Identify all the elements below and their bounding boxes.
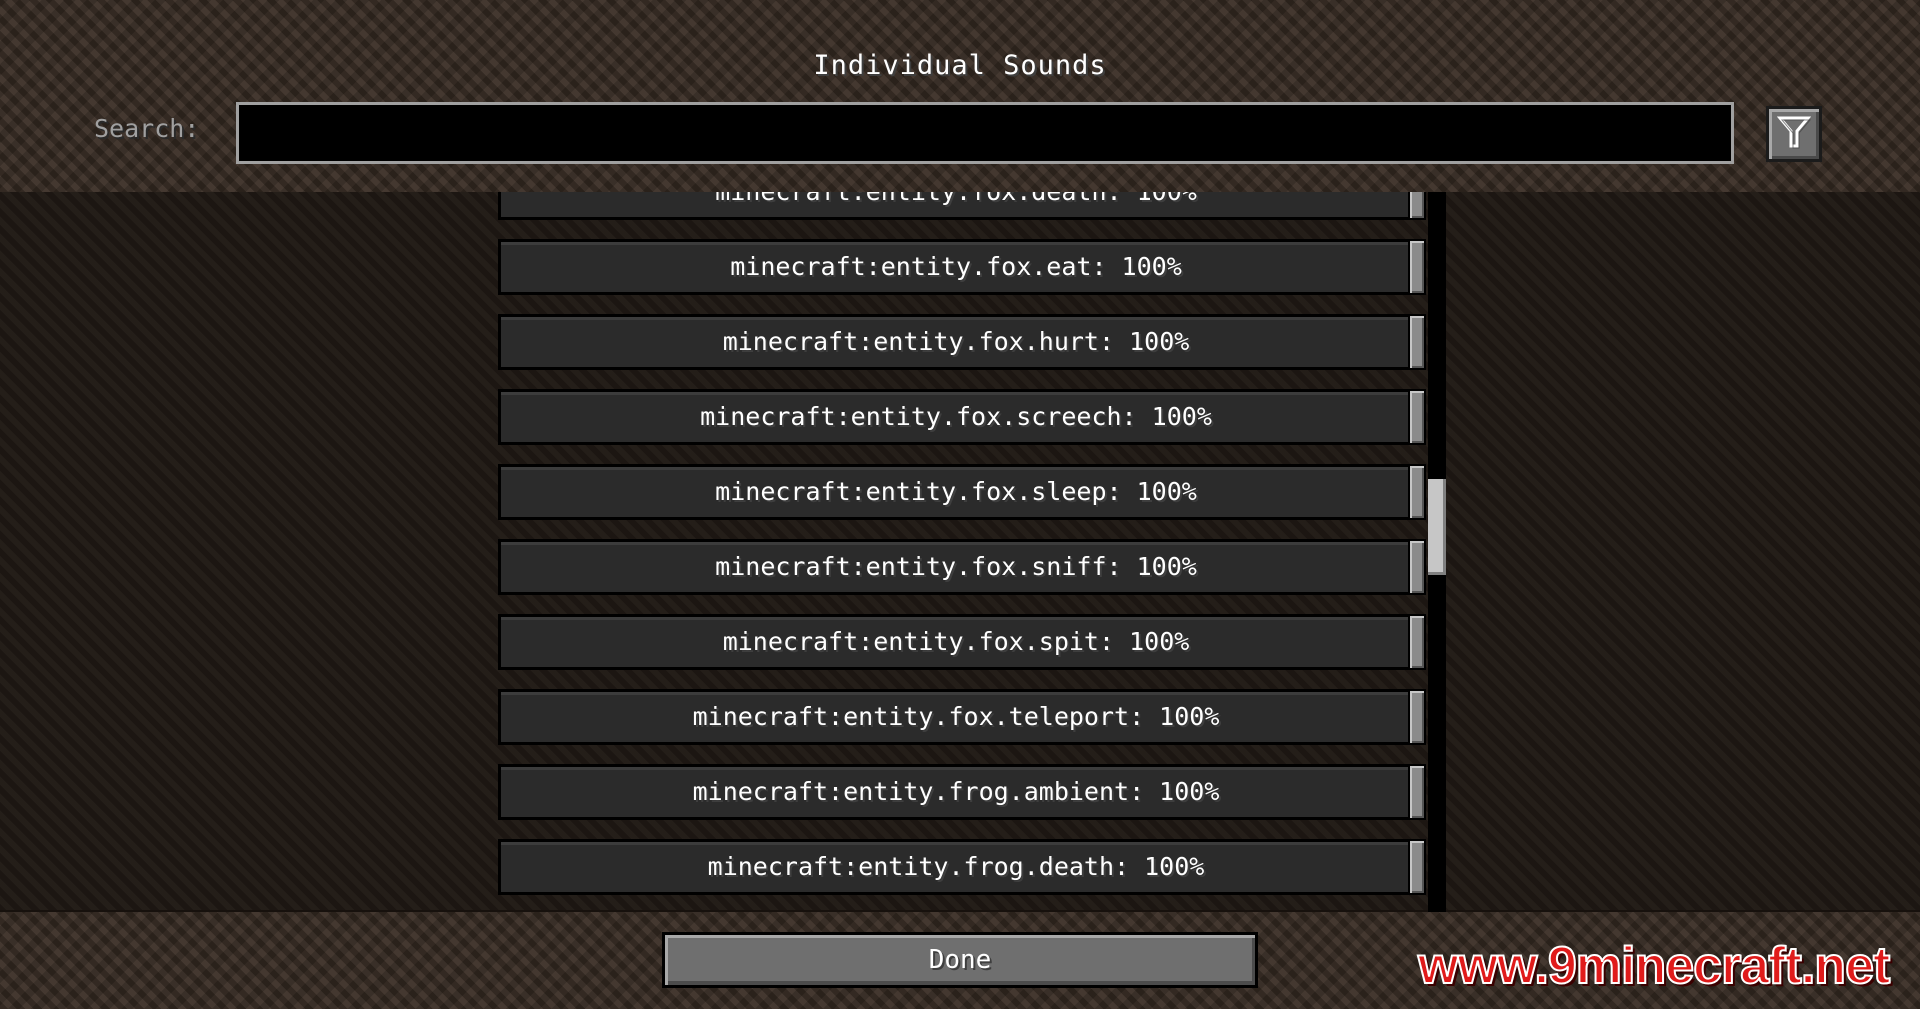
funnel-filter-icon [1776, 114, 1812, 154]
sound-volume-label: minecraft:entity.fox.death: 100% [498, 192, 1414, 220]
filter-button[interactable] [1766, 106, 1822, 162]
search-label: Search: [94, 114, 200, 143]
done-button[interactable]: Done [662, 932, 1258, 988]
sound-list[interactable]: minecraft:entity.fox.death: 100% minecraf… [490, 192, 1450, 912]
sound-volume-label: minecraft:entity.fox.teleport: 100% [692, 702, 1220, 731]
sound-slider-row[interactable]: minecraft:entity.fox.sleep: 100% [498, 464, 1426, 520]
slider-handle[interactable] [1408, 614, 1426, 670]
sound-slider-row[interactable]: minecraft:entity.frog.death: 100% [498, 839, 1426, 895]
slider-handle[interactable] [1408, 689, 1426, 745]
scrollbar-thumb[interactable] [1428, 479, 1446, 575]
sound-slider-row[interactable]: minecraft:entity.fox.eat: 100% [498, 239, 1426, 295]
watermark-logo: www.9minecraft.net [1417, 936, 1891, 996]
slider-handle[interactable] [1408, 764, 1426, 820]
slider-handle[interactable] [1408, 314, 1426, 370]
sound-volume-label: minecraft:entity.fox.eat: 100% [730, 252, 1182, 281]
page-title: Individual Sounds [813, 50, 1107, 81]
sound-volume-label: minecraft:entity.fox.hurt: 100% [722, 327, 1190, 356]
sound-slider-row[interactable]: minecraft:entity.fox.death: 100% [498, 192, 1426, 220]
slider-handle[interactable] [1408, 839, 1426, 895]
slider-handle[interactable] [1408, 389, 1426, 445]
sound-slider-row[interactable]: minecraft:entity.fox.sniff: 100% [498, 539, 1426, 595]
sound-volume-label: minecraft:entity.fox.sniff: 100% [715, 552, 1197, 581]
sound-volume-label: minecraft:entity.fox.screech: 100% [700, 402, 1212, 431]
sound-slider-row[interactable]: minecraft:entity.fox.spit: 100% [498, 614, 1426, 670]
header-panel [0, 0, 1920, 194]
sound-slider-row[interactable]: minecraft:entity.frog.ambient: 100% [498, 764, 1426, 820]
sound-volume-label: minecraft:entity.fox.spit: 100% [722, 627, 1190, 656]
sound-slider-row[interactable]: minecraft:entity.fox.screech: 100% [498, 389, 1426, 445]
search-input[interactable] [236, 102, 1734, 164]
sound-volume-label: minecraft:entity.frog.ambient: 100% [692, 777, 1220, 806]
sound-volume-label: minecraft:entity.fox.sleep: 100% [715, 477, 1197, 506]
sound-slider-row[interactable]: minecraft:entity.fox.hurt: 100% [498, 314, 1426, 370]
slider-handle[interactable] [1408, 239, 1426, 295]
sound-slider-row[interactable]: minecraft:entity.fox.teleport: 100% [498, 689, 1426, 745]
slider-handle[interactable] [1408, 192, 1426, 220]
sound-volume-label: minecraft:entity.frog.death: 100% [707, 852, 1205, 881]
slider-handle[interactable] [1408, 464, 1426, 520]
individual-sounds-screen: Individual Sounds Search: minecraft:enti… [0, 0, 1920, 1009]
slider-handle[interactable] [1408, 539, 1426, 595]
